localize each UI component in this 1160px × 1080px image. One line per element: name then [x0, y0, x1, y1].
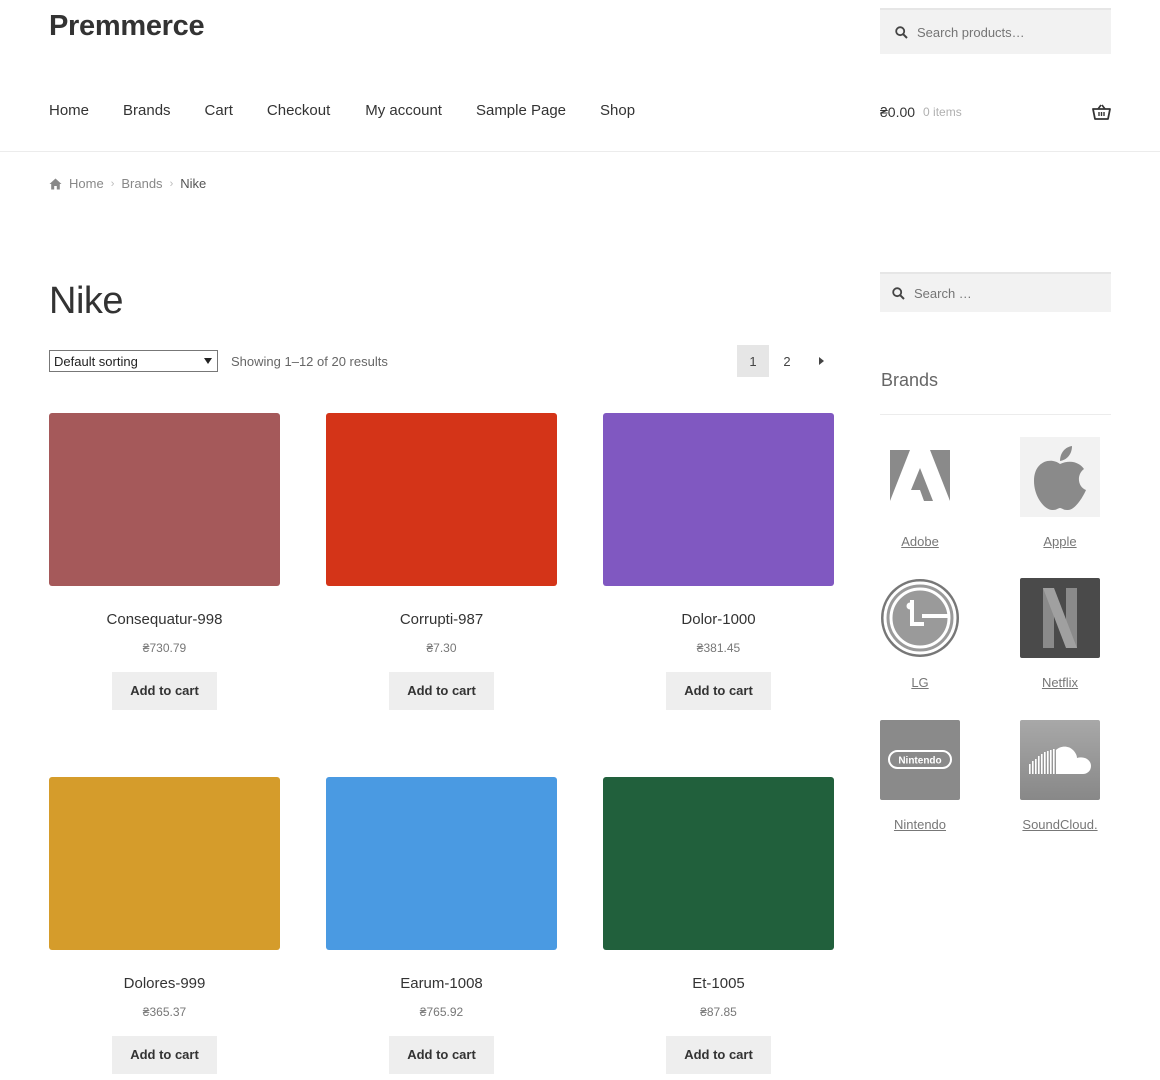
product-card: Earum-1008 ₴765.92 Add to cart [326, 777, 557, 1074]
nav-my-account[interactable]: My account [365, 102, 442, 119]
brand-item-nintendo[interactable]: Nintendo Nintendo [880, 720, 960, 832]
brand-item-netflix[interactable]: Netflix [1020, 578, 1100, 690]
page-title: Nike [49, 280, 124, 322]
breadcrumb-brands[interactable]: Brands [121, 176, 162, 191]
primary-navigation: Home Brands Cart Checkout My account Sam… [49, 102, 669, 119]
cart-item-count: 0 items [923, 105, 962, 119]
soundcloud-logo-icon[interactable] [1020, 720, 1100, 800]
cart-amount: ₴0.00 [880, 104, 916, 120]
apple-logo-icon[interactable] [1020, 437, 1100, 517]
product-search-input[interactable] [917, 24, 1097, 40]
breadcrumb-home[interactable]: Home [69, 176, 104, 191]
add-to-cart-button[interactable]: Add to cart [666, 672, 771, 710]
breadcrumb-separator-icon: › [169, 177, 174, 190]
brand-link-nintendo[interactable]: Nintendo [880, 817, 960, 832]
product-card: Consequatur-998 ₴730.79 Add to cart [49, 413, 280, 710]
product-name[interactable]: Earum-1008 [326, 975, 557, 992]
nav-shop[interactable]: Shop [600, 102, 635, 119]
product-image[interactable] [326, 413, 557, 586]
nav-checkout[interactable]: Checkout [267, 102, 330, 119]
nav-cart[interactable]: Cart [205, 102, 233, 119]
product-card: Dolor-1000 ₴381.45 Add to cart [603, 413, 834, 710]
pagination: 1 2 [737, 345, 839, 377]
product-name[interactable]: Dolores-999 [49, 975, 280, 992]
breadcrumb-separator-icon: › [110, 177, 115, 190]
caret-right-icon [818, 357, 824, 365]
sorting-selected-value: Default sorting [54, 353, 138, 369]
product-price: ₴365.37 [142, 1005, 187, 1019]
product-image[interactable] [49, 777, 280, 950]
product-price: ₴87.85 [700, 1005, 737, 1019]
product-search-box[interactable] [880, 8, 1111, 54]
add-to-cart-button[interactable]: Add to cart [112, 1036, 217, 1074]
product-name[interactable]: Corrupti-987 [326, 611, 557, 628]
product-price: ₴765.92 [419, 1005, 464, 1019]
product-image[interactable] [603, 413, 834, 586]
page-2[interactable]: 2 [771, 345, 803, 377]
adobe-logo-icon[interactable] [880, 437, 960, 517]
add-to-cart-button[interactable]: Add to cart [389, 1036, 494, 1074]
result-count: Showing 1–12 of 20 results [231, 354, 388, 369]
sidebar-search-box[interactable] [880, 272, 1111, 312]
product-card: Corrupti-987 ₴7.30 Add to cart [326, 413, 557, 710]
product-name[interactable]: Et-1005 [603, 975, 834, 992]
netflix-logo-icon[interactable] [1020, 578, 1100, 658]
header-divider [0, 151, 1160, 152]
breadcrumb: Home › Brands › Nike [49, 176, 206, 191]
product-card: Et-1005 ₴87.85 Add to cart [603, 777, 834, 1074]
next-page-button[interactable] [805, 345, 837, 377]
search-icon [895, 25, 908, 39]
product-price: ₴7.30 [426, 641, 457, 655]
search-icon [892, 286, 905, 300]
add-to-cart-button[interactable]: Add to cart [666, 1036, 771, 1074]
product-name[interactable]: Consequatur-998 [49, 611, 280, 628]
product-name[interactable]: Dolor-1000 [603, 611, 834, 628]
brand-item-soundcloud[interactable]: SoundCloud. [1020, 720, 1100, 832]
dropdown-caret-icon [204, 358, 212, 364]
brand-link-adobe[interactable]: Adobe [880, 534, 960, 549]
brand-item-adobe[interactable]: Adobe [880, 437, 960, 549]
lg-logo-icon[interactable] [880, 578, 960, 658]
product-price: ₴381.45 [696, 641, 741, 655]
mini-cart[interactable]: ₴0.00 0 items [880, 104, 1111, 120]
breadcrumb-current: Nike [180, 176, 207, 191]
brand-link-lg[interactable]: LG [880, 675, 960, 690]
sorting-select[interactable]: Default sorting [49, 350, 218, 372]
sidebar-search-input[interactable] [914, 285, 1094, 301]
home-icon [49, 178, 62, 189]
nav-home[interactable]: Home [49, 102, 89, 119]
product-image[interactable] [603, 777, 834, 950]
page-1[interactable]: 1 [737, 345, 769, 377]
nav-sample-page[interactable]: Sample Page [476, 102, 566, 119]
basket-icon [1092, 104, 1111, 120]
brand-link-apple[interactable]: Apple [1020, 534, 1100, 549]
brand-item-apple[interactable]: Apple [1020, 437, 1100, 549]
brand-link-netflix[interactable]: Netflix [1020, 675, 1100, 690]
product-card: Dolores-999 ₴365.37 Add to cart [49, 777, 280, 1074]
site-title[interactable]: Premmerce [49, 10, 205, 43]
nintendo-logo-icon[interactable]: Nintendo [880, 720, 960, 800]
product-price: ₴730.79 [142, 641, 187, 655]
widget-divider [880, 414, 1111, 415]
brands-widget-title: Brands [881, 370, 939, 390]
nav-brands[interactable]: Brands [123, 102, 171, 119]
add-to-cart-button[interactable]: Add to cart [389, 672, 494, 710]
brand-item-lg[interactable]: LG [880, 578, 960, 690]
product-image[interactable] [326, 777, 557, 950]
brand-link-soundcloud[interactable]: SoundCloud. [1020, 817, 1100, 832]
add-to-cart-button[interactable]: Add to cart [112, 672, 217, 710]
product-image[interactable] [49, 413, 280, 586]
nintendo-logo-text: Nintendo [898, 756, 941, 767]
